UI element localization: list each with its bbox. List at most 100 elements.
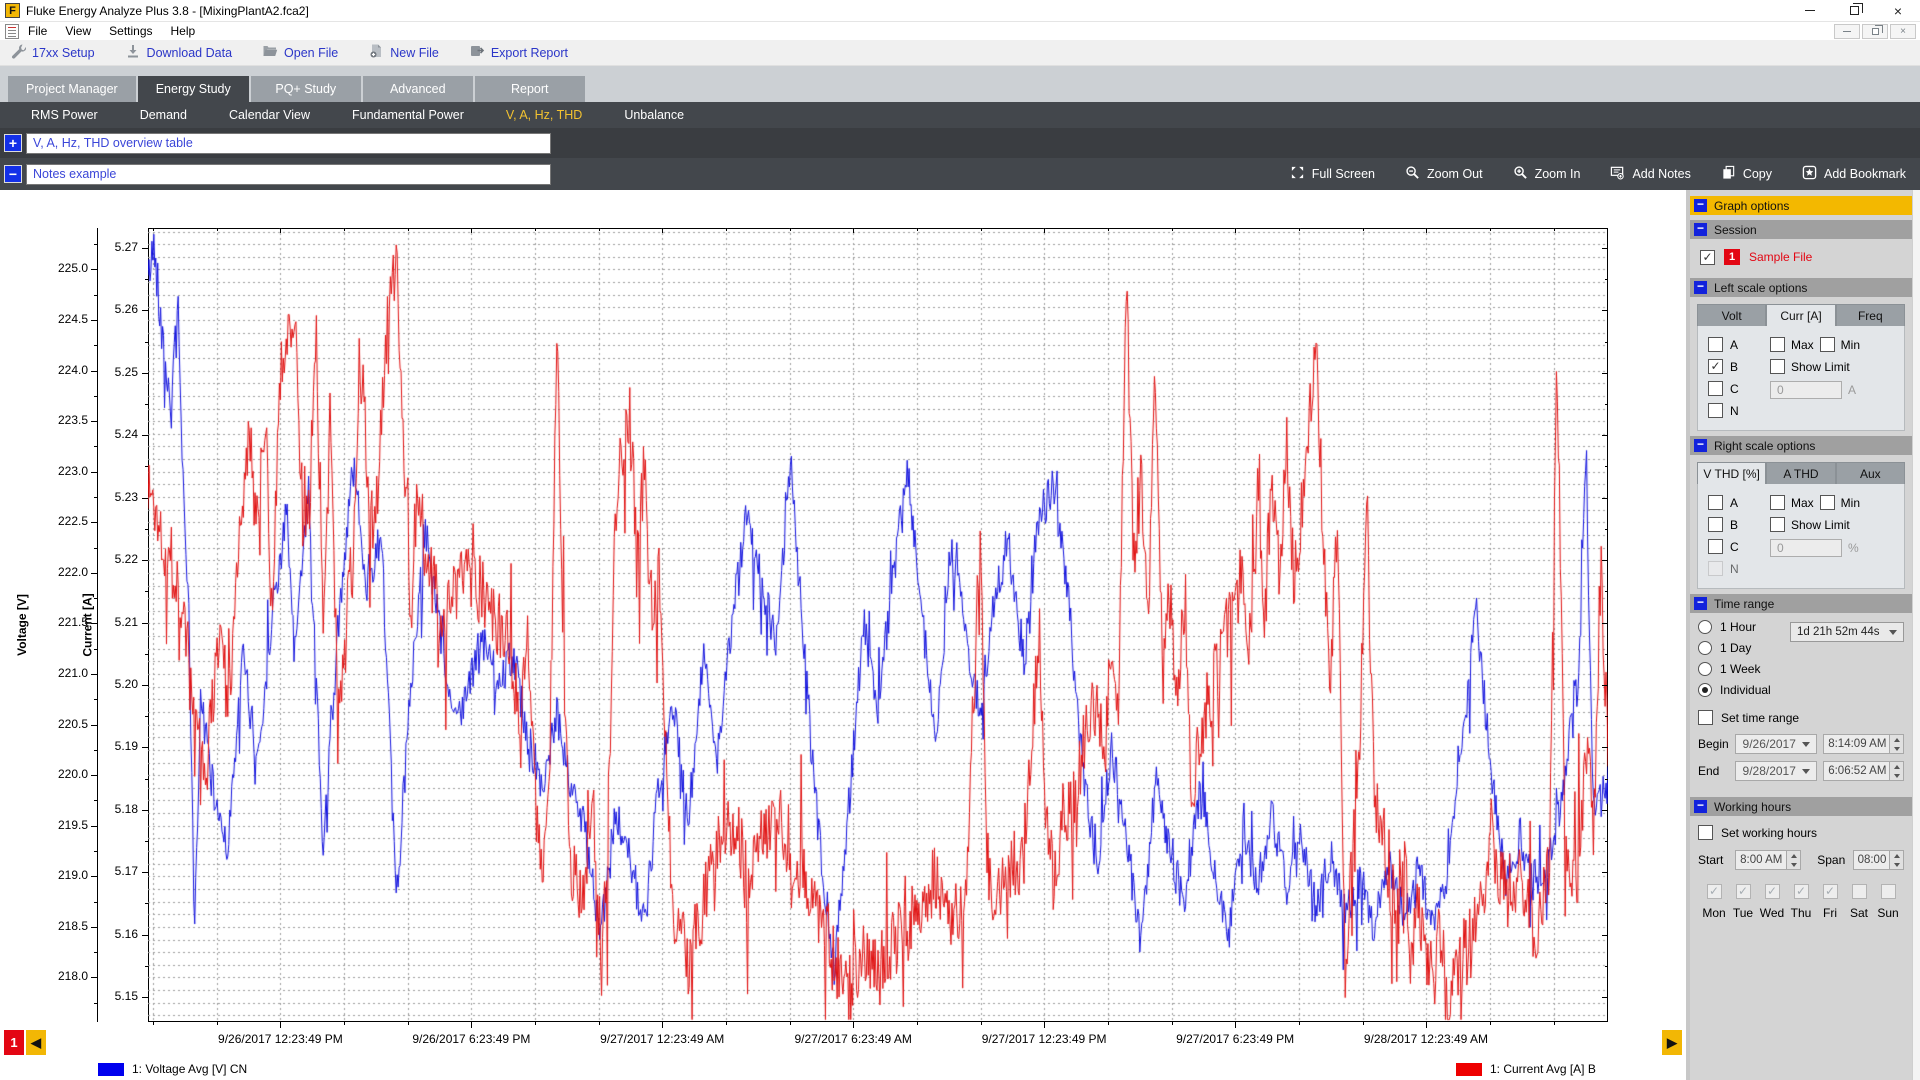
channel-c-checkbox[interactable] <box>1708 381 1723 396</box>
session-file-label[interactable]: Sample File <box>1749 250 1812 264</box>
radio-individual[interactable] <box>1698 683 1712 697</box>
thd-c-checkbox[interactable] <box>1708 539 1723 554</box>
subtab-rms-power[interactable]: RMS Power <box>10 102 119 128</box>
set-working-hours-checkbox[interactable] <box>1698 825 1713 840</box>
menu-file[interactable]: File <box>19 24 56 38</box>
right-scale-tab-athd[interactable]: A THD <box>1766 462 1835 484</box>
spinner-down-icon[interactable] <box>1890 771 1903 780</box>
subtab-fundamental-power[interactable]: Fundamental Power <box>331 102 485 128</box>
thd-show-limit-checkbox[interactable] <box>1770 517 1785 532</box>
day-wed-checkbox[interactable]: ✓ <box>1765 884 1780 899</box>
minimize-button[interactable] <box>1788 0 1832 22</box>
end-time-spinner[interactable]: 6:06:52 AM <box>1823 761 1904 781</box>
channel-a-checkbox[interactable] <box>1708 337 1723 352</box>
mdi-restore-button[interactable] <box>1862 24 1888 39</box>
start-time-spinner[interactable]: 8:00 AM <box>1735 850 1801 870</box>
min-checkbox[interactable] <box>1820 337 1835 352</box>
span-spinner[interactable]: 08:00 <box>1853 850 1904 870</box>
subtab-demand[interactable]: Demand <box>119 102 208 128</box>
tab-project-manager[interactable]: Project Manager <box>8 76 136 102</box>
thd-max-checkbox[interactable] <box>1770 495 1785 510</box>
tab-report[interactable]: Report <box>475 76 585 102</box>
tab-energy-study[interactable]: Energy Study <box>138 76 249 102</box>
day-tue-checkbox[interactable]: ✓ <box>1736 884 1751 899</box>
day-fri-checkbox[interactable]: ✓ <box>1823 884 1838 899</box>
radio-1-day[interactable] <box>1698 641 1712 655</box>
subtab-v-a-hz-thd[interactable]: V, A, Hz, THD <box>485 102 603 128</box>
mdi-close-button[interactable]: × <box>1890 24 1916 39</box>
subtab-calendar-view[interactable]: Calendar View <box>208 102 331 128</box>
begin-date-dropdown[interactable]: 9/26/2017 <box>1735 734 1818 754</box>
left-scale-tab-freq[interactable]: Freq <box>1836 304 1905 326</box>
spinner-down-icon[interactable] <box>1890 860 1903 869</box>
close-button[interactable]: × <box>1876 0 1920 22</box>
limit-value-input[interactable]: 0 <box>1770 381 1842 399</box>
max-checkbox[interactable] <box>1770 337 1785 352</box>
menu-view[interactable]: View <box>56 24 100 38</box>
copy-button[interactable]: Copy <box>1721 165 1772 183</box>
graph-options-header[interactable]: − Graph options <box>1690 196 1912 215</box>
collapse-icon[interactable]: − <box>1694 281 1707 294</box>
subtab-unbalance[interactable]: Unbalance <box>603 102 705 128</box>
collapse-icon[interactable]: − <box>1694 439 1707 452</box>
expand-overview-button[interactable]: + <box>4 134 22 152</box>
spinner-up-icon[interactable] <box>1787 851 1800 860</box>
new-file-button[interactable]: New File <box>368 43 439 62</box>
session-header[interactable]: − Session <box>1690 220 1912 239</box>
spinner-down-icon[interactable] <box>1787 860 1800 869</box>
mdi-minimize-button[interactable] <box>1834 24 1860 39</box>
collapse-icon[interactable]: − <box>1694 597 1707 610</box>
notes-field[interactable]: Notes example <box>26 164 551 185</box>
right-scale-tab-vthd[interactable]: V THD [%] <box>1697 462 1766 484</box>
spinner-up-icon[interactable] <box>1890 735 1903 744</box>
channel-b-checkbox[interactable]: ✓ <box>1708 359 1723 374</box>
collapse-icon[interactable]: − <box>1694 199 1707 212</box>
thd-a-checkbox[interactable] <box>1708 495 1723 510</box>
menu-help[interactable]: Help <box>162 24 205 38</box>
overview-table-field[interactable]: V, A, Hz, THD overview table <box>26 133 551 154</box>
day-sun-checkbox[interactable] <box>1881 884 1896 899</box>
set-time-range-checkbox[interactable] <box>1698 710 1713 725</box>
day-sat-checkbox[interactable] <box>1852 884 1867 899</box>
zoom-in-button[interactable]: Zoom In <box>1513 165 1581 183</box>
menu-settings[interactable]: Settings <box>100 24 161 38</box>
time-range-header[interactable]: − Time range <box>1690 594 1912 613</box>
sidebar-scrollbar[interactable] <box>1912 190 1920 1080</box>
spinner-up-icon[interactable] <box>1890 762 1903 771</box>
end-date-dropdown[interactable]: 9/28/2017 <box>1735 761 1818 781</box>
tab-pq-study[interactable]: PQ+ Study <box>251 76 361 102</box>
zoom-out-button[interactable]: Zoom Out <box>1405 165 1483 183</box>
download-data-button[interactable]: Download Data <box>125 43 232 62</box>
thd-b-checkbox[interactable] <box>1708 517 1723 532</box>
duration-dropdown[interactable]: 1d 21h 52m 44s <box>1790 622 1904 642</box>
day-thu-checkbox[interactable]: ✓ <box>1794 884 1809 899</box>
spinner-up-icon[interactable] <box>1890 851 1903 860</box>
spinner-down-icon[interactable] <box>1890 744 1903 753</box>
session-checkbox[interactable]: ✓ <box>1700 250 1715 265</box>
thd-limit-value-input[interactable]: 0 <box>1770 539 1842 557</box>
tab-advanced[interactable]: Advanced <box>363 76 473 102</box>
channel-n-checkbox[interactable] <box>1708 403 1723 418</box>
radio-1-hour[interactable] <box>1698 620 1712 634</box>
radio-1-week[interactable] <box>1698 662 1712 676</box>
left-scale-tab-volt[interactable]: Volt <box>1697 304 1766 326</box>
left-scale-tab-curr[interactable]: Curr [A] <box>1766 304 1835 326</box>
collapse-icon[interactable]: − <box>1694 800 1707 813</box>
begin-time-spinner[interactable]: 8:14:09 AM <box>1823 734 1904 754</box>
left-scale-header[interactable]: − Left scale options <box>1690 278 1912 297</box>
page-next-button[interactable]: ▶ <box>1662 1030 1682 1055</box>
collapse-icon[interactable]: − <box>1694 223 1707 236</box>
full-screen-button[interactable]: Full Screen <box>1290 165 1375 183</box>
open-file-button[interactable]: Open File <box>262 43 338 62</box>
page-previous-button[interactable]: ◀ <box>26 1030 46 1055</box>
collapse-notes-button[interactable]: − <box>4 165 22 183</box>
show-limit-checkbox[interactable] <box>1770 359 1785 374</box>
right-scale-header[interactable]: − Right scale options <box>1690 436 1912 455</box>
export-report-button[interactable]: Export Report <box>469 43 568 62</box>
day-mon-checkbox[interactable]: ✓ <box>1707 884 1722 899</box>
working-hours-header[interactable]: − Working hours <box>1690 797 1912 816</box>
restore-button[interactable] <box>1832 0 1876 22</box>
setup-17xx-button[interactable]: 17xx Setup <box>10 43 95 62</box>
chart-canvas[interactable] <box>148 228 1608 1022</box>
add-bookmark-button[interactable]: Add Bookmark <box>1802 165 1906 183</box>
